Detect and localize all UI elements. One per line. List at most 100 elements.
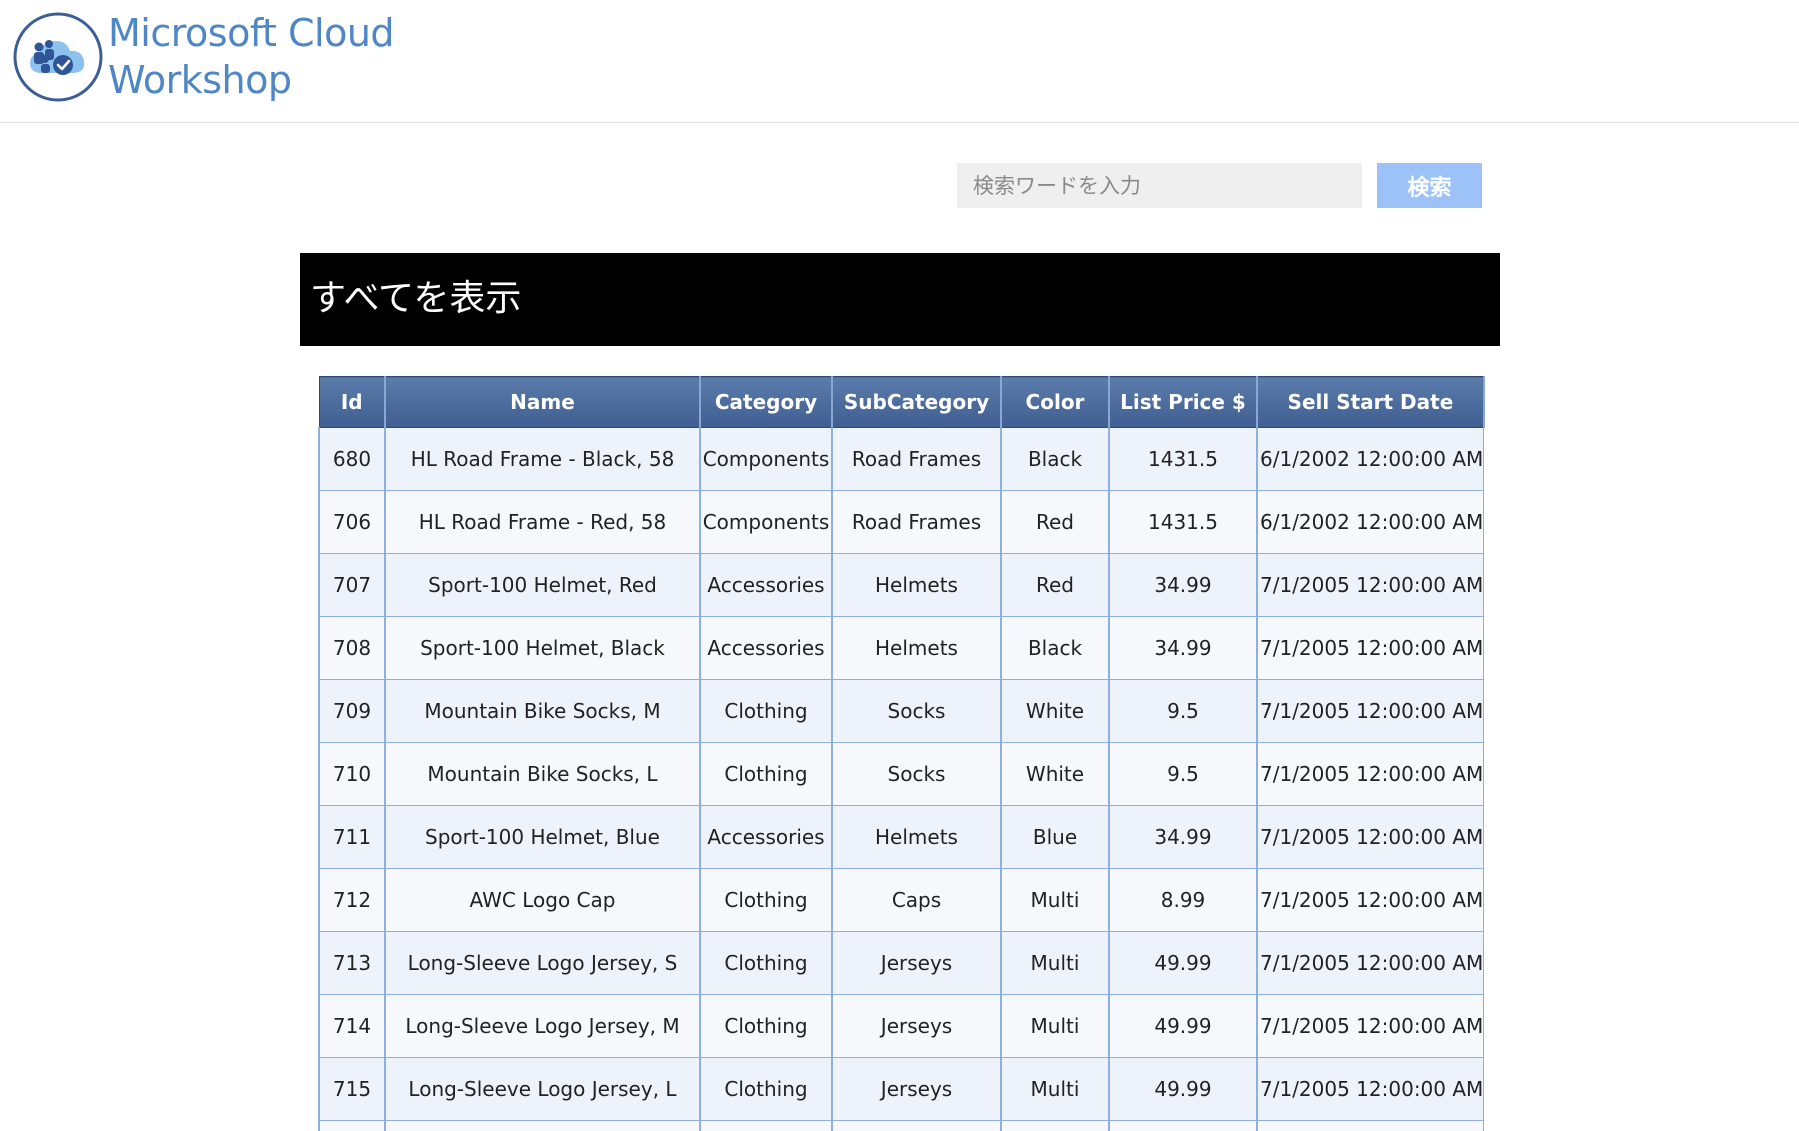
cell-color: Red [1000, 553, 1110, 617]
table-row: 713 Long-Sleeve Logo Jersey, S Clothing … [318, 931, 1485, 995]
cell-sell-start-date: 7/1/2005 12:00:00 AM [1256, 679, 1485, 743]
table-row: 715 Long-Sleeve Logo Jersey, L Clothing … [318, 1057, 1485, 1121]
cell-name: AWC Logo Cap [384, 868, 701, 932]
cell-id: 707 [318, 553, 386, 617]
cell-name: Long-Sleeve Logo Jersey, S [384, 931, 701, 995]
cell-list-price: 34.99 [1108, 616, 1258, 680]
cell-list-price: 49.99 [1108, 931, 1258, 995]
cell-category: Clothing [699, 1057, 833, 1121]
cell-sell-start-date: 7/1/2005 12:00:00 AM [1256, 931, 1485, 995]
cloud-workshop-logo-icon [13, 12, 103, 102]
column-header-id[interactable]: Id [318, 376, 386, 428]
cell-empty [318, 1120, 386, 1131]
products-table-container: Id Name Category SubCategory Color List … [318, 376, 1485, 1131]
cell-list-price: 8.99 [1108, 868, 1258, 932]
cell-category: Components [699, 427, 833, 491]
search-input[interactable] [957, 163, 1362, 208]
products-table: Id Name Category SubCategory Color List … [318, 376, 1485, 1131]
cell-name: Long-Sleeve Logo Jersey, L [384, 1057, 701, 1121]
cell-category: Accessories [699, 616, 833, 680]
cell-sell-start-date: 7/1/2005 12:00:00 AM [1256, 868, 1485, 932]
cell-color: Black [1000, 616, 1110, 680]
table-row: 708 Sport-100 Helmet, Black Accessories … [318, 616, 1485, 680]
cell-sell-start-date: 7/1/2005 12:00:00 AM [1256, 742, 1485, 806]
cell-list-price: 9.5 [1108, 679, 1258, 743]
cell-color: Red [1000, 490, 1110, 554]
table-row: 709 Mountain Bike Socks, M Clothing Sock… [318, 679, 1485, 743]
cell-empty [1256, 1120, 1485, 1131]
cell-id: 711 [318, 805, 386, 869]
cell-name: Sport-100 Helmet, Black [384, 616, 701, 680]
cell-category: Clothing [699, 868, 833, 932]
cell-name: Mountain Bike Socks, L [384, 742, 701, 806]
cell-sell-start-date: 6/1/2002 12:00:00 AM [1256, 427, 1485, 491]
table-row: 706 HL Road Frame - Red, 58 Components R… [318, 490, 1485, 554]
cell-subcategory: Socks [831, 742, 1002, 806]
logo-text-line2: Workshop [108, 58, 292, 102]
cell-empty [699, 1120, 833, 1131]
cell-color: Black [1000, 427, 1110, 491]
cell-list-price: 49.99 [1108, 994, 1258, 1058]
logo-text-line1: Microsoft Cloud [108, 11, 395, 55]
cell-sell-start-date: 7/1/2005 12:00:00 AM [1256, 805, 1485, 869]
table-header-row: Id Name Category SubCategory Color List … [318, 376, 1485, 428]
cell-color: White [1000, 742, 1110, 806]
cell-color: Multi [1000, 1057, 1110, 1121]
cell-empty [1000, 1120, 1110, 1131]
cell-name: Long-Sleeve Logo Jersey, M [384, 994, 701, 1058]
cell-id: 714 [318, 994, 386, 1058]
cell-category: Accessories [699, 553, 833, 617]
cell-id: 709 [318, 679, 386, 743]
table-row: 710 Mountain Bike Socks, L Clothing Sock… [318, 742, 1485, 806]
cell-color: Multi [1000, 994, 1110, 1058]
cell-color: Multi [1000, 931, 1110, 995]
title-banner: すべてを表示 [300, 253, 1500, 346]
cell-sell-start-date: 6/1/2002 12:00:00 AM [1256, 490, 1485, 554]
cell-id: 706 [318, 490, 386, 554]
column-header-category[interactable]: Category [699, 376, 833, 428]
cell-sell-start-date: 7/1/2005 12:00:00 AM [1256, 553, 1485, 617]
cell-subcategory: Jerseys [831, 1057, 1002, 1121]
column-header-subcategory[interactable]: SubCategory [831, 376, 1002, 428]
cell-list-price: 34.99 [1108, 805, 1258, 869]
cell-subcategory: Helmets [831, 805, 1002, 869]
cell-list-price: 9.5 [1108, 742, 1258, 806]
cell-empty [1108, 1120, 1258, 1131]
cell-name: Sport-100 Helmet, Blue [384, 805, 701, 869]
cell-id: 680 [318, 427, 386, 491]
cell-id: 712 [318, 868, 386, 932]
table-row-partial [318, 1120, 1485, 1131]
cell-list-price: 1431.5 [1108, 490, 1258, 554]
cell-subcategory: Jerseys [831, 931, 1002, 995]
cell-name: HL Road Frame - Black, 58 [384, 427, 701, 491]
column-header-sell-start-date[interactable]: Sell Start Date [1256, 376, 1485, 428]
cell-id: 713 [318, 931, 386, 995]
cell-name: HL Road Frame - Red, 58 [384, 490, 701, 554]
cell-sell-start-date: 7/1/2005 12:00:00 AM [1256, 994, 1485, 1058]
column-header-color[interactable]: Color [1000, 376, 1110, 428]
cell-list-price: 34.99 [1108, 553, 1258, 617]
cell-category: Clothing [699, 679, 833, 743]
cell-subcategory: Socks [831, 679, 1002, 743]
table-row: 680 HL Road Frame - Black, 58 Components… [318, 427, 1485, 491]
logo-link[interactable]: Microsoft Cloud Workshop [12, 10, 395, 104]
search-button[interactable]: 検索 [1377, 163, 1482, 208]
cell-list-price: 1431.5 [1108, 427, 1258, 491]
table-row: 711 Sport-100 Helmet, Blue Accessories H… [318, 805, 1485, 869]
table-row: 712 AWC Logo Cap Clothing Caps Multi 8.9… [318, 868, 1485, 932]
cell-id: 715 [318, 1057, 386, 1121]
column-header-name[interactable]: Name [384, 376, 701, 428]
page: Microsoft Cloud Workshop 検索 すべてを表示 Id [0, 0, 1799, 1131]
page-title: すべてを表示 [310, 278, 522, 319]
cell-name: Mountain Bike Socks, M [384, 679, 701, 743]
table-body: 680 HL Road Frame - Black, 58 Components… [318, 427, 1485, 1131]
cell-id: 708 [318, 616, 386, 680]
column-header-list-price[interactable]: List Price $ [1108, 376, 1258, 428]
logo-text: Microsoft Cloud Workshop [108, 10, 395, 104]
cell-name: Sport-100 Helmet, Red [384, 553, 701, 617]
cell-color: Multi [1000, 868, 1110, 932]
cell-category: Clothing [699, 931, 833, 995]
cell-category: Components [699, 490, 833, 554]
cell-color: Blue [1000, 805, 1110, 869]
cell-list-price: 49.99 [1108, 1057, 1258, 1121]
